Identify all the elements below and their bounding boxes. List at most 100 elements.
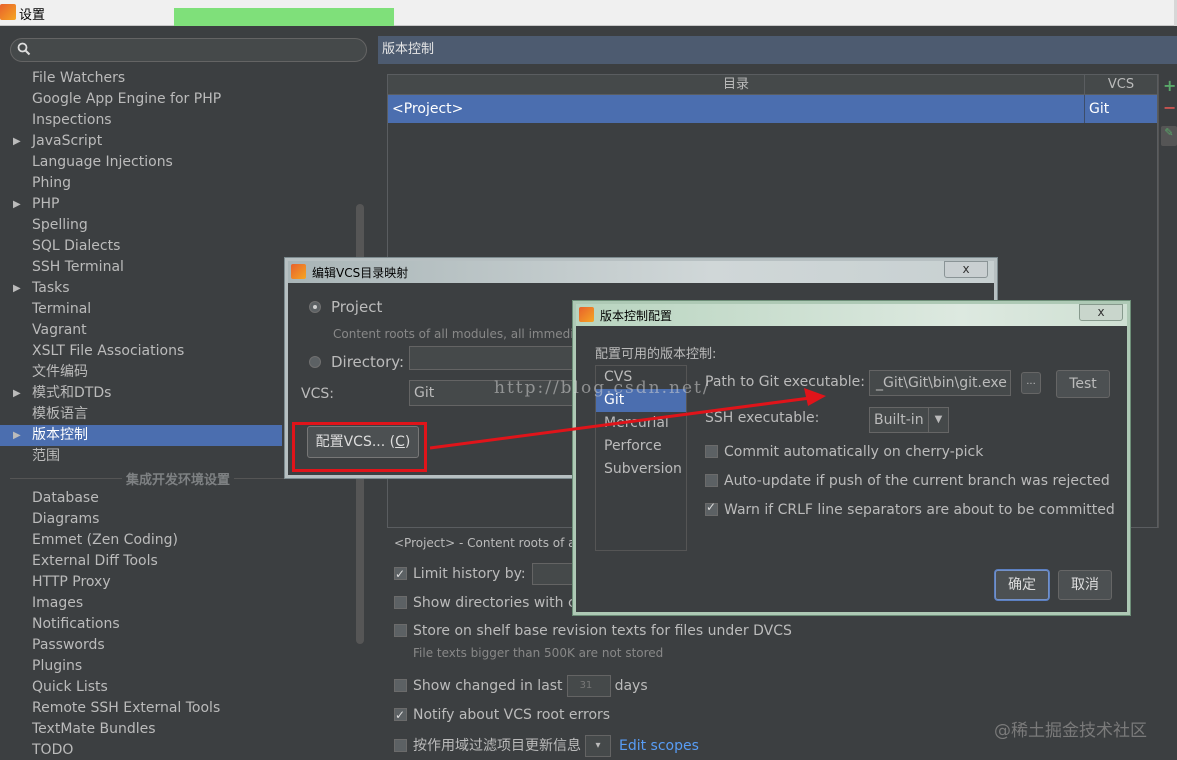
cancel-button[interactable]: 取消 <box>1058 570 1112 600</box>
cherry-pick-option[interactable]: Commit automatically on cherry-pick <box>705 444 983 460</box>
tree-item[interactable]: Passwords <box>0 635 300 656</box>
tree-item[interactable]: File Watchers <box>0 68 300 89</box>
notify-checkbox[interactable] <box>394 705 407 725</box>
tree-item[interactable]: Language Injections <box>0 152 300 173</box>
tree-item[interactable]: Emmet (Zen Coding) <box>0 530 300 551</box>
filter-scope-checkbox[interactable] <box>394 739 407 752</box>
tree-item[interactable]: ▶ 版本控制 <box>0 425 282 446</box>
tree-item[interactable]: ▶ 模式和DTDs <box>0 383 300 404</box>
git-path-input[interactable]: _Git\Git\bin\git.exe <box>869 370 1011 396</box>
tree-item-label: HTTP Proxy <box>32 574 111 590</box>
tree-item-label: Images <box>32 595 84 611</box>
tree-item-label: 模板语言 <box>32 406 88 422</box>
tree-item[interactable]: ▶ PHP <box>0 194 300 215</box>
tree-item-label: Vagrant <box>32 322 87 338</box>
dialog-title: 版本控制配置 <box>600 309 673 323</box>
expand-arrow-icon[interactable]: ▶ <box>13 194 21 215</box>
expand-arrow-icon[interactable]: ▶ <box>13 383 21 404</box>
url-watermark: http://blog.csdn.net/ <box>494 378 711 398</box>
column-header-vcs[interactable]: VCS <box>1084 75 1157 95</box>
test-button[interactable]: Test <box>1056 370 1110 398</box>
project-radio-option[interactable]: Project <box>309 298 382 316</box>
ssh-executable-label: SSH executable: <box>705 410 820 426</box>
crlf-warning-option[interactable]: Warn if CRLF line separators are about t… <box>705 500 1115 518</box>
ssh-executable-select[interactable]: Built-in ▼ <box>869 407 949 433</box>
scope-dropdown[interactable]: ▾ <box>585 735 611 757</box>
show-changed-option[interactable]: Show changed in last 31 days <box>394 675 648 697</box>
tree-item-label: SQL Dialects <box>32 238 121 254</box>
add-mapping-icon[interactable]: + <box>1163 76 1176 95</box>
project-radio-label: Project <box>331 298 383 316</box>
tree-item[interactable]: Database <box>0 488 300 509</box>
show-changed-checkbox[interactable] <box>394 679 407 692</box>
tree-item[interactable]: Google App Engine for PHP <box>0 89 300 110</box>
settings-search-input[interactable] <box>10 38 367 62</box>
table-row[interactable]: <Project> Git <box>388 95 1157 123</box>
browse-button[interactable]: ... <box>1021 372 1041 394</box>
edit-mapping-icon[interactable]: ✎ <box>1161 126 1177 146</box>
tree-item[interactable]: 文件编码 <box>0 362 300 383</box>
tree-item[interactable]: External Diff Tools <box>0 551 300 572</box>
site-watermark: @稀土掘金技术社区 <box>994 721 1147 741</box>
tree-item[interactable]: XSLT File Associations <box>0 341 300 362</box>
tree-item[interactable]: Images <box>0 593 300 614</box>
tree-item[interactable]: Plugins <box>0 656 300 677</box>
dialog-titlebar[interactable]: 版本控制配置 x <box>576 304 1127 326</box>
tree-item[interactable]: Spelling <box>0 215 300 236</box>
edit-scopes-link[interactable]: Edit scopes <box>619 738 699 754</box>
limit-history-checkbox[interactable] <box>394 564 407 584</box>
chevron-down-icon: ▼ <box>928 408 948 432</box>
list-item[interactable]: Perforce <box>596 435 686 458</box>
show-dirs-option[interactable]: Show directories with cl <box>394 593 580 613</box>
cherry-pick-checkbox[interactable] <box>705 445 718 458</box>
tree-item[interactable]: TODO <box>0 740 300 760</box>
limit-history-input[interactable] <box>531 563 578 585</box>
tree-item[interactable]: TextMate Bundles <box>0 719 300 740</box>
expand-arrow-icon[interactable]: ▶ <box>13 278 21 299</box>
auto-update-option[interactable]: Auto-update if push of the current branc… <box>705 473 1110 489</box>
store-shelf-checkbox[interactable] <box>394 624 407 637</box>
tree-item-label: Phing <box>32 175 71 191</box>
remove-mapping-icon[interactable]: − <box>1163 98 1176 117</box>
ok-button[interactable]: 确定 <box>995 570 1049 600</box>
notify-option[interactable]: Notify about VCS root errors <box>394 705 610 725</box>
directory-radio[interactable] <box>309 356 321 368</box>
tree-item[interactable]: SSH Terminal <box>0 257 300 278</box>
tree-item[interactable]: Diagrams <box>0 509 300 530</box>
show-dirs-checkbox[interactable] <box>394 596 407 609</box>
directory-radio-label: Directory: <box>331 353 405 371</box>
tree-item[interactable]: HTTP Proxy <box>0 572 300 593</box>
limit-history-option[interactable]: Limit history by: <box>394 563 578 585</box>
tree-item[interactable]: Inspections <box>0 110 300 131</box>
tree-item[interactable]: Terminal <box>0 299 300 320</box>
tree-item-label: PHP <box>32 196 60 212</box>
expand-arrow-icon[interactable]: ▶ <box>13 425 21 446</box>
store-shelf-option[interactable]: Store on shelf base revision texts for f… <box>394 621 792 641</box>
directory-input[interactable] <box>409 346 579 370</box>
tree-item[interactable]: Quick Lists <box>0 677 300 698</box>
tree-item[interactable]: Remote SSH External Tools <box>0 698 300 719</box>
tree-item[interactable]: SQL Dialects <box>0 236 300 257</box>
dialog-titlebar[interactable]: 编辑VCS目录映射 x <box>288 261 994 283</box>
expand-arrow-icon[interactable]: ▶ <box>13 131 21 152</box>
dialog-body: 配置可用的版本控制: CVS Git Mercurial Perforce Subver… <box>579 327 1126 611</box>
filter-scope-label: 按作用域过滤项目更新信息 <box>413 738 581 754</box>
auto-update-checkbox[interactable] <box>705 474 718 487</box>
directory-radio-option[interactable]: Directory: <box>309 353 404 371</box>
list-item[interactable]: Subversion <box>596 458 686 481</box>
project-radio[interactable] <box>309 301 321 313</box>
column-header-directory[interactable]: 目录 <box>388 75 1084 95</box>
tree-item[interactable]: ▶ JavaScript <box>0 131 300 152</box>
tree-item[interactable]: ▶ Tasks <box>0 278 300 299</box>
close-button[interactable]: x <box>944 261 988 278</box>
close-button[interactable]: x <box>1079 304 1123 321</box>
tree-item[interactable]: Vagrant <box>0 320 300 341</box>
tree-item[interactable]: 范围 <box>0 446 300 467</box>
tree-item[interactable]: 模板语言 <box>0 404 300 425</box>
tree-item[interactable]: Phing <box>0 173 300 194</box>
show-changed-spinner[interactable]: 31 <box>566 675 611 697</box>
filter-scope-option[interactable]: 按作用域过滤项目更新信息 ▾ Edit scopes <box>394 735 699 757</box>
crlf-warning-checkbox[interactable] <box>705 500 718 516</box>
tree-item[interactable]: Notifications <box>0 614 300 635</box>
list-item[interactable]: Mercurial <box>596 412 686 435</box>
